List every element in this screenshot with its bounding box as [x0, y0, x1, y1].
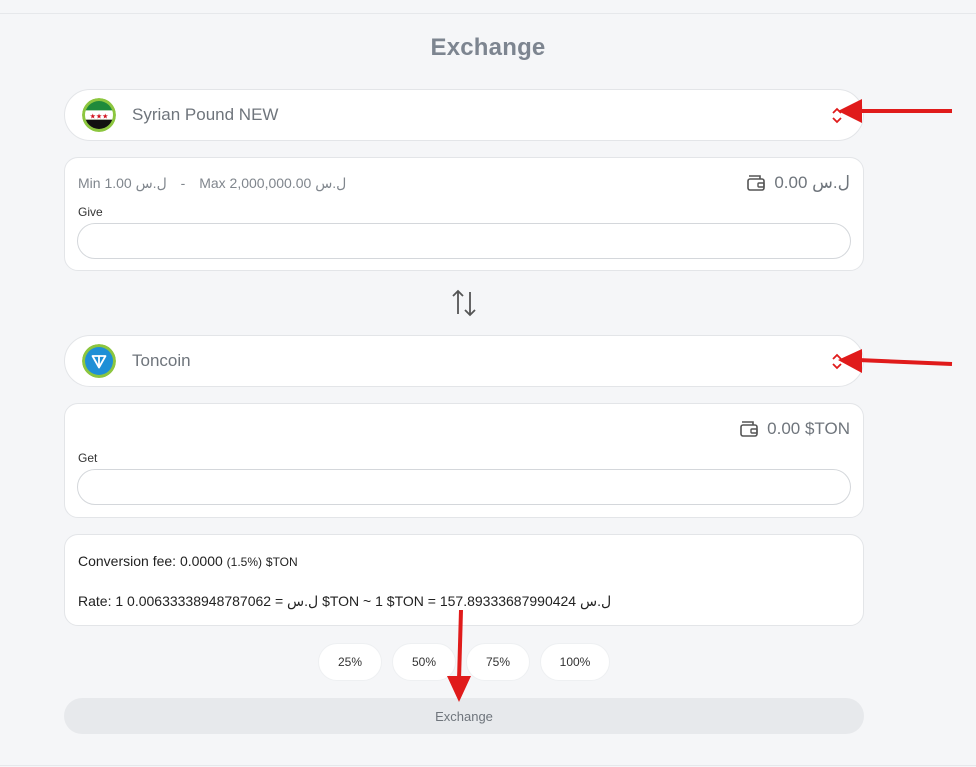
get-balance-value: 0.00 $TON: [767, 419, 850, 438]
get-panel: 0.00 $TON Get: [64, 403, 864, 518]
give-balance-value: ل.س 0.00: [774, 173, 850, 192]
wallet-icon: [747, 175, 766, 191]
give-panel: Min 1.00 ل.س - Max 2,000,000.00 ل.س ل.س …: [64, 157, 864, 271]
wallet-icon: [740, 421, 758, 437]
percent-50-button[interactable]: 50%: [392, 643, 456, 681]
give-limits: Min 1.00 ل.س - Max 2,000,000.00 ل.س: [78, 175, 346, 192]
percent-75-button[interactable]: 75%: [466, 643, 530, 681]
max-amount: Max 2,000,000.00 ل.س: [199, 175, 347, 191]
give-amount-input[interactable]: [77, 223, 851, 259]
exchange-rate: Rate: 1 ل.س = 0.00633338948787062 $TON ~…: [78, 593, 612, 609]
conversion-fee: Conversion fee: 0.0000 (1.5%) $TON: [78, 553, 298, 569]
syria-flag-icon: ★★★: [82, 98, 116, 132]
min-amount: Min 1.00 ل.س: [78, 175, 167, 191]
conversion-info-panel: Conversion fee: 0.0000 (1.5%) $TON Rate:…: [64, 534, 864, 626]
percent-buttons: 25% 50% 75% 100%: [318, 643, 610, 681]
svg-text:★★★: ★★★: [90, 112, 109, 120]
get-currency-name: Toncoin: [132, 351, 191, 370]
give-currency-selector[interactable]: ★★★ Syrian Pound NEW: [64, 89, 864, 141]
give-currency-name: Syrian Pound NEW: [132, 105, 279, 124]
percent-100-button[interactable]: 100%: [540, 643, 610, 681]
top-divider: [0, 13, 976, 14]
get-label: Get: [78, 451, 98, 465]
get-amount-input[interactable]: [77, 469, 851, 505]
bottom-divider: [0, 765, 976, 766]
chevron-up-down-icon[interactable]: [831, 104, 843, 126]
fee-percent: (1.5%): [226, 555, 262, 569]
fee-label: Conversion fee: 0.0000: [78, 553, 223, 569]
limit-separator: -: [180, 175, 186, 191]
give-label: Give: [78, 205, 103, 219]
swap-arrows-icon[interactable]: [451, 288, 477, 318]
percent-25-button[interactable]: 25%: [318, 643, 382, 681]
give-balance: ل.س 0.00: [746, 173, 850, 193]
page-title: Exchange: [430, 34, 546, 61]
get-balance: 0.00 $TON: [739, 419, 850, 439]
exchange-button[interactable]: Exchange: [64, 698, 864, 734]
toncoin-icon: [82, 344, 116, 378]
chevron-up-down-icon[interactable]: [831, 350, 843, 372]
fee-unit: $TON: [265, 555, 298, 569]
get-currency-selector[interactable]: Toncoin: [64, 335, 864, 387]
